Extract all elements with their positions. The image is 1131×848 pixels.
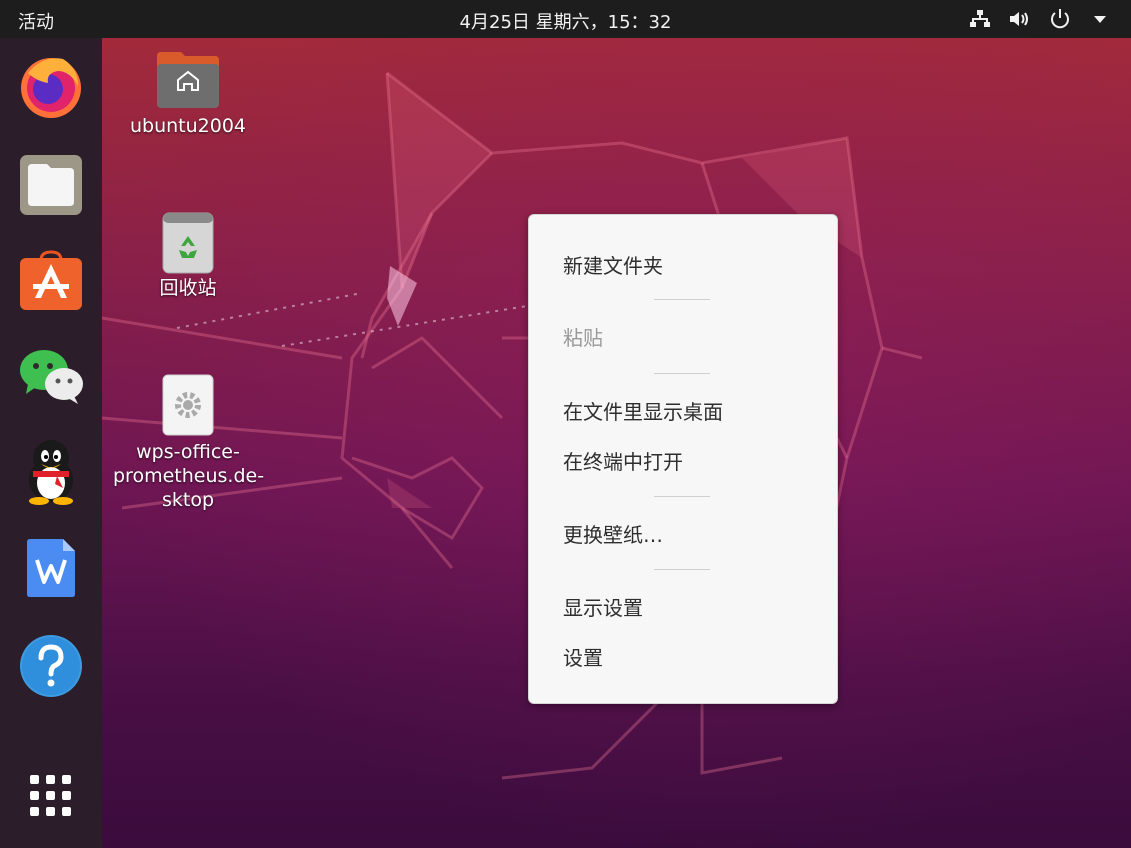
- desktop-icon-home[interactable]: ubuntu2004: [113, 50, 263, 138]
- desktop-icon-label-line: wps-office-: [136, 441, 240, 463]
- help-icon: [20, 635, 82, 697]
- menu-item-show-desktop-in-files[interactable]: 在文件里显示桌面: [563, 397, 723, 427]
- dock-item-files[interactable]: [15, 149, 87, 221]
- menu-separator: [654, 569, 710, 570]
- files-icon: [20, 155, 82, 215]
- menu-item-open-in-terminal[interactable]: 在终端中打开: [563, 447, 683, 477]
- dock: [0, 38, 102, 848]
- menu-separator: [654, 373, 710, 374]
- volume-icon[interactable]: [1007, 6, 1033, 32]
- wps-writer-icon: [27, 539, 75, 597]
- dock-item-help[interactable]: [15, 630, 87, 702]
- firefox-icon: [21, 58, 81, 118]
- dock-item-wps-writer[interactable]: [15, 532, 87, 604]
- menu-separator: [654, 299, 710, 300]
- desktop-context-menu: 新建文件夹 粘贴 在文件里显示桌面 在终端中打开 更换壁纸… 显示设置 设置: [528, 214, 838, 704]
- power-icon[interactable]: [1047, 6, 1073, 32]
- desktop-icon-label-line: sktop: [161, 489, 215, 511]
- home-folder-icon: [155, 50, 221, 110]
- menu-item-new-folder[interactable]: 新建文件夹: [563, 251, 663, 281]
- network-icon[interactable]: [967, 6, 993, 32]
- dock-item-show-apps[interactable]: [15, 760, 87, 832]
- qq-icon: [29, 440, 73, 505]
- menu-item-change-wallpaper[interactable]: 更换壁纸…: [563, 520, 663, 550]
- desktop-icon-label: ubuntu2004: [129, 115, 247, 137]
- desktop-icon-wps-desktop-file[interactable]: wps-office- prometheus.de- sktop: [113, 374, 265, 512]
- dock-item-software-center[interactable]: [15, 244, 87, 316]
- wechat-icon: [20, 350, 83, 404]
- clock-datetime[interactable]: 4月25日 星期六，15：32: [0, 8, 1131, 34]
- desktop-icon-label-line: prometheus.de-: [113, 465, 265, 487]
- menu-separator: [654, 496, 710, 497]
- settings-desktop-file-icon: [162, 374, 214, 436]
- desktop-icon-trash[interactable]: 回收站: [113, 212, 263, 300]
- top-bar: 活动 4月25日 星期六，15：32: [0, 0, 1131, 38]
- system-tray[interactable]: [967, 6, 1113, 32]
- software-center-icon: [20, 250, 82, 310]
- menu-item-display-settings[interactable]: 显示设置: [563, 593, 643, 623]
- menu-item-paste: 粘贴: [563, 326, 603, 350]
- show-apps-icon: [30, 775, 71, 816]
- trash-icon: [162, 212, 214, 274]
- dock-item-firefox[interactable]: [15, 50, 87, 122]
- desktop-icon-label: 回收站: [159, 277, 217, 299]
- dock-item-wechat[interactable]: [15, 340, 87, 412]
- menu-item-settings[interactable]: 设置: [563, 643, 603, 673]
- dropdown-arrow-icon[interactable]: [1087, 6, 1113, 32]
- dock-item-qq[interactable]: [15, 436, 87, 508]
